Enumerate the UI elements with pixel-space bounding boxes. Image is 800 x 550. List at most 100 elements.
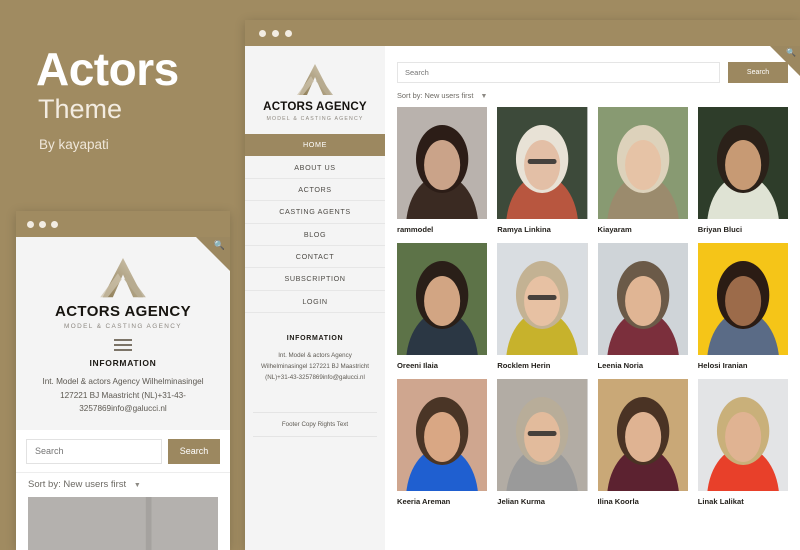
actor-thumbnail[interactable] bbox=[597, 379, 688, 492]
actor-name: Ramya Linkina bbox=[497, 225, 551, 234]
actor-card[interactable]: rammodel bbox=[397, 107, 488, 234]
mobile-information-body: Int. Model & actors Agency Wilhelminasin… bbox=[42, 377, 204, 414]
actor-thumbnail[interactable] bbox=[697, 379, 788, 492]
triangle-a-logo-icon bbox=[100, 257, 146, 298]
actor-name: Jelian Kurma bbox=[497, 497, 545, 507]
window-dot-minimize[interactable] bbox=[39, 220, 46, 228]
search-input[interactable] bbox=[26, 438, 162, 464]
sidebar-brand-name: ACTORS AGENCY bbox=[263, 100, 367, 113]
actor-photo bbox=[597, 243, 688, 356]
actor-photo bbox=[28, 496, 218, 550]
hamburger-menu-icon[interactable] bbox=[114, 339, 132, 351]
window-dot-close[interactable] bbox=[259, 29, 266, 37]
actor-card[interactable]: Ilina Koorla bbox=[597, 379, 688, 506]
mobile-preview-window: 🔍 ACTORS AGENCY MODEL & CASTING AGENCY I… bbox=[16, 211, 230, 550]
mobile-sort-dropdown[interactable]: Sort by: New users first ▼ bbox=[16, 471, 230, 497]
actor-card[interactable]: Keeria Areman bbox=[397, 379, 488, 506]
sidebar-item-subscription[interactable]: SUBSCRIPTION bbox=[245, 268, 385, 291]
actor-photo bbox=[497, 379, 588, 492]
sidebar-information-title: INFORMATION bbox=[286, 335, 344, 342]
sidebar-footer-copy: Footer Copy Rights Text bbox=[253, 411, 377, 437]
mobile-titlebar bbox=[16, 211, 230, 237]
actor-card[interactable]: Oreeni Ilaia bbox=[397, 243, 488, 371]
sidebar-item-actors[interactable]: ACTORS bbox=[245, 178, 385, 202]
mobile-brand-tagline: MODEL & CASTING AGENCY bbox=[64, 323, 182, 330]
mobile-hero: 🔍 ACTORS AGENCY MODEL & CASTING AGENCY I… bbox=[16, 237, 230, 430]
sort-label: Sort by: New users first bbox=[397, 91, 474, 100]
sidebar-item-contact[interactable]: CONTACT bbox=[245, 245, 385, 269]
search-icon[interactable]: 🔍 bbox=[214, 241, 225, 250]
desktop-body: ACTORS AGENCY MODEL & CASTING AGENCY HOM… bbox=[245, 46, 800, 550]
sidebar: ACTORS AGENCY MODEL & CASTING AGENCY HOM… bbox=[245, 46, 385, 550]
window-dot-maximize[interactable] bbox=[51, 220, 58, 228]
actor-name: Oreeni Ilaia bbox=[397, 361, 438, 371]
actor-name: Rocklem Herin bbox=[497, 361, 551, 371]
mobile-brand-name: ACTORS AGENCY bbox=[54, 303, 192, 320]
search-row: Search bbox=[385, 46, 800, 83]
corner-search-ribbon[interactable]: 🔍 bbox=[770, 46, 800, 76]
mobile-search-row: Search bbox=[16, 429, 230, 472]
mobile-body: 🔍 ACTORS AGENCY MODEL & CASTING AGENCY I… bbox=[16, 237, 230, 550]
actor-photo bbox=[697, 243, 788, 356]
actor-thumbnail[interactable] bbox=[497, 379, 588, 492]
search-icon[interactable]: 🔍 bbox=[786, 49, 796, 57]
actor-card[interactable]: Jelian Kurma bbox=[497, 379, 588, 507]
actor-thumbnail[interactable] bbox=[697, 243, 788, 356]
desktop-titlebar bbox=[245, 20, 800, 46]
actor-name: rammodel bbox=[397, 225, 434, 234]
window-dot-minimize[interactable] bbox=[272, 29, 279, 37]
actor-card[interactable]: Rocklem Herin bbox=[497, 243, 588, 371]
chevron-down-icon: ▼ bbox=[480, 93, 488, 100]
triangle-a-logo-icon bbox=[297, 64, 333, 95]
actor-thumbnail[interactable] bbox=[697, 107, 788, 219]
window-dot-close[interactable] bbox=[27, 220, 34, 228]
promo-subtitle: Theme bbox=[38, 94, 123, 124]
promo-title: Actors bbox=[36, 43, 179, 95]
mobile-information-title: INFORMATION bbox=[89, 358, 157, 368]
actor-photo bbox=[697, 107, 788, 219]
actor-photo bbox=[597, 107, 688, 219]
promo-author: By kayapati bbox=[39, 137, 109, 152]
sidebar-item-blog[interactable]: BLOG bbox=[245, 223, 385, 246]
sidebar-item-about-us[interactable]: ABOUT US bbox=[245, 156, 385, 179]
mobile-first-actor-thumb[interactable] bbox=[28, 496, 218, 550]
window-dot-maximize[interactable] bbox=[285, 29, 292, 37]
desktop-browser-window: ACTORS AGENCY MODEL & CASTING AGENCY HOM… bbox=[245, 20, 800, 550]
actor-name: Helosi Iranian bbox=[697, 361, 748, 371]
actor-thumbnail[interactable] bbox=[397, 243, 488, 356]
actor-grid: rammodel Ramya Linkina Kiayaram Briyan Bluc… bbox=[385, 107, 800, 506]
sidebar-logo-block[interactable]: ACTORS AGENCY MODEL & CASTING AGENCY bbox=[245, 46, 385, 134]
actor-thumbnail[interactable] bbox=[397, 107, 488, 219]
actor-photo bbox=[497, 243, 588, 356]
actor-photo bbox=[397, 243, 488, 356]
sidebar-item-home[interactable]: HOME bbox=[245, 134, 385, 157]
sidebar-item-casting-agents[interactable]: CASTING AGENTS bbox=[245, 201, 385, 224]
actor-card[interactable]: Kiayaram bbox=[597, 107, 688, 234]
search-input[interactable] bbox=[397, 62, 720, 83]
actor-name: Leenia Noria bbox=[597, 361, 644, 371]
sidebar-information: INFORMATION Int. Model & actors Agency W… bbox=[245, 313, 385, 396]
actor-thumbnail[interactable] bbox=[597, 107, 688, 219]
actor-card[interactable]: Helosi Iranian bbox=[697, 243, 788, 371]
actor-card[interactable]: Leenia Noria bbox=[597, 243, 688, 371]
actor-card[interactable]: Ramya Linkina bbox=[497, 107, 588, 234]
sidebar-brand-tagline: MODEL & CASTING AGENCY bbox=[266, 116, 364, 122]
actor-photo bbox=[397, 107, 488, 219]
actor-card[interactable]: Linak Lalikat bbox=[697, 379, 788, 506]
content-area: 🔍 Search Sort by: New users first ▼ ramm… bbox=[385, 46, 800, 550]
mobile-corner-search-ribbon[interactable]: 🔍 bbox=[196, 237, 230, 271]
actor-name: Kiayaram bbox=[597, 225, 632, 234]
actor-photo bbox=[697, 379, 788, 492]
actor-card[interactable]: Briyan Bluci bbox=[697, 107, 788, 234]
search-button[interactable]: Search bbox=[168, 438, 220, 464]
actor-thumbnail[interactable] bbox=[597, 243, 688, 356]
actor-thumbnail[interactable] bbox=[497, 107, 588, 219]
actor-thumbnail[interactable] bbox=[497, 243, 588, 356]
actor-thumbnail[interactable] bbox=[397, 379, 488, 492]
sidebar-information-body: Int. Model & actors Agency Wilhelminasin… bbox=[261, 352, 369, 381]
sort-dropdown[interactable]: Sort by: New users first ▼ bbox=[385, 83, 800, 107]
sidebar-item-login[interactable]: LOGIN bbox=[245, 290, 385, 313]
sort-label: Sort by: New users first bbox=[28, 478, 127, 490]
sidebar-nav: HOME ABOUT US ACTORS CASTING AGENTS BLOG… bbox=[245, 134, 385, 313]
actor-photo bbox=[397, 379, 488, 492]
